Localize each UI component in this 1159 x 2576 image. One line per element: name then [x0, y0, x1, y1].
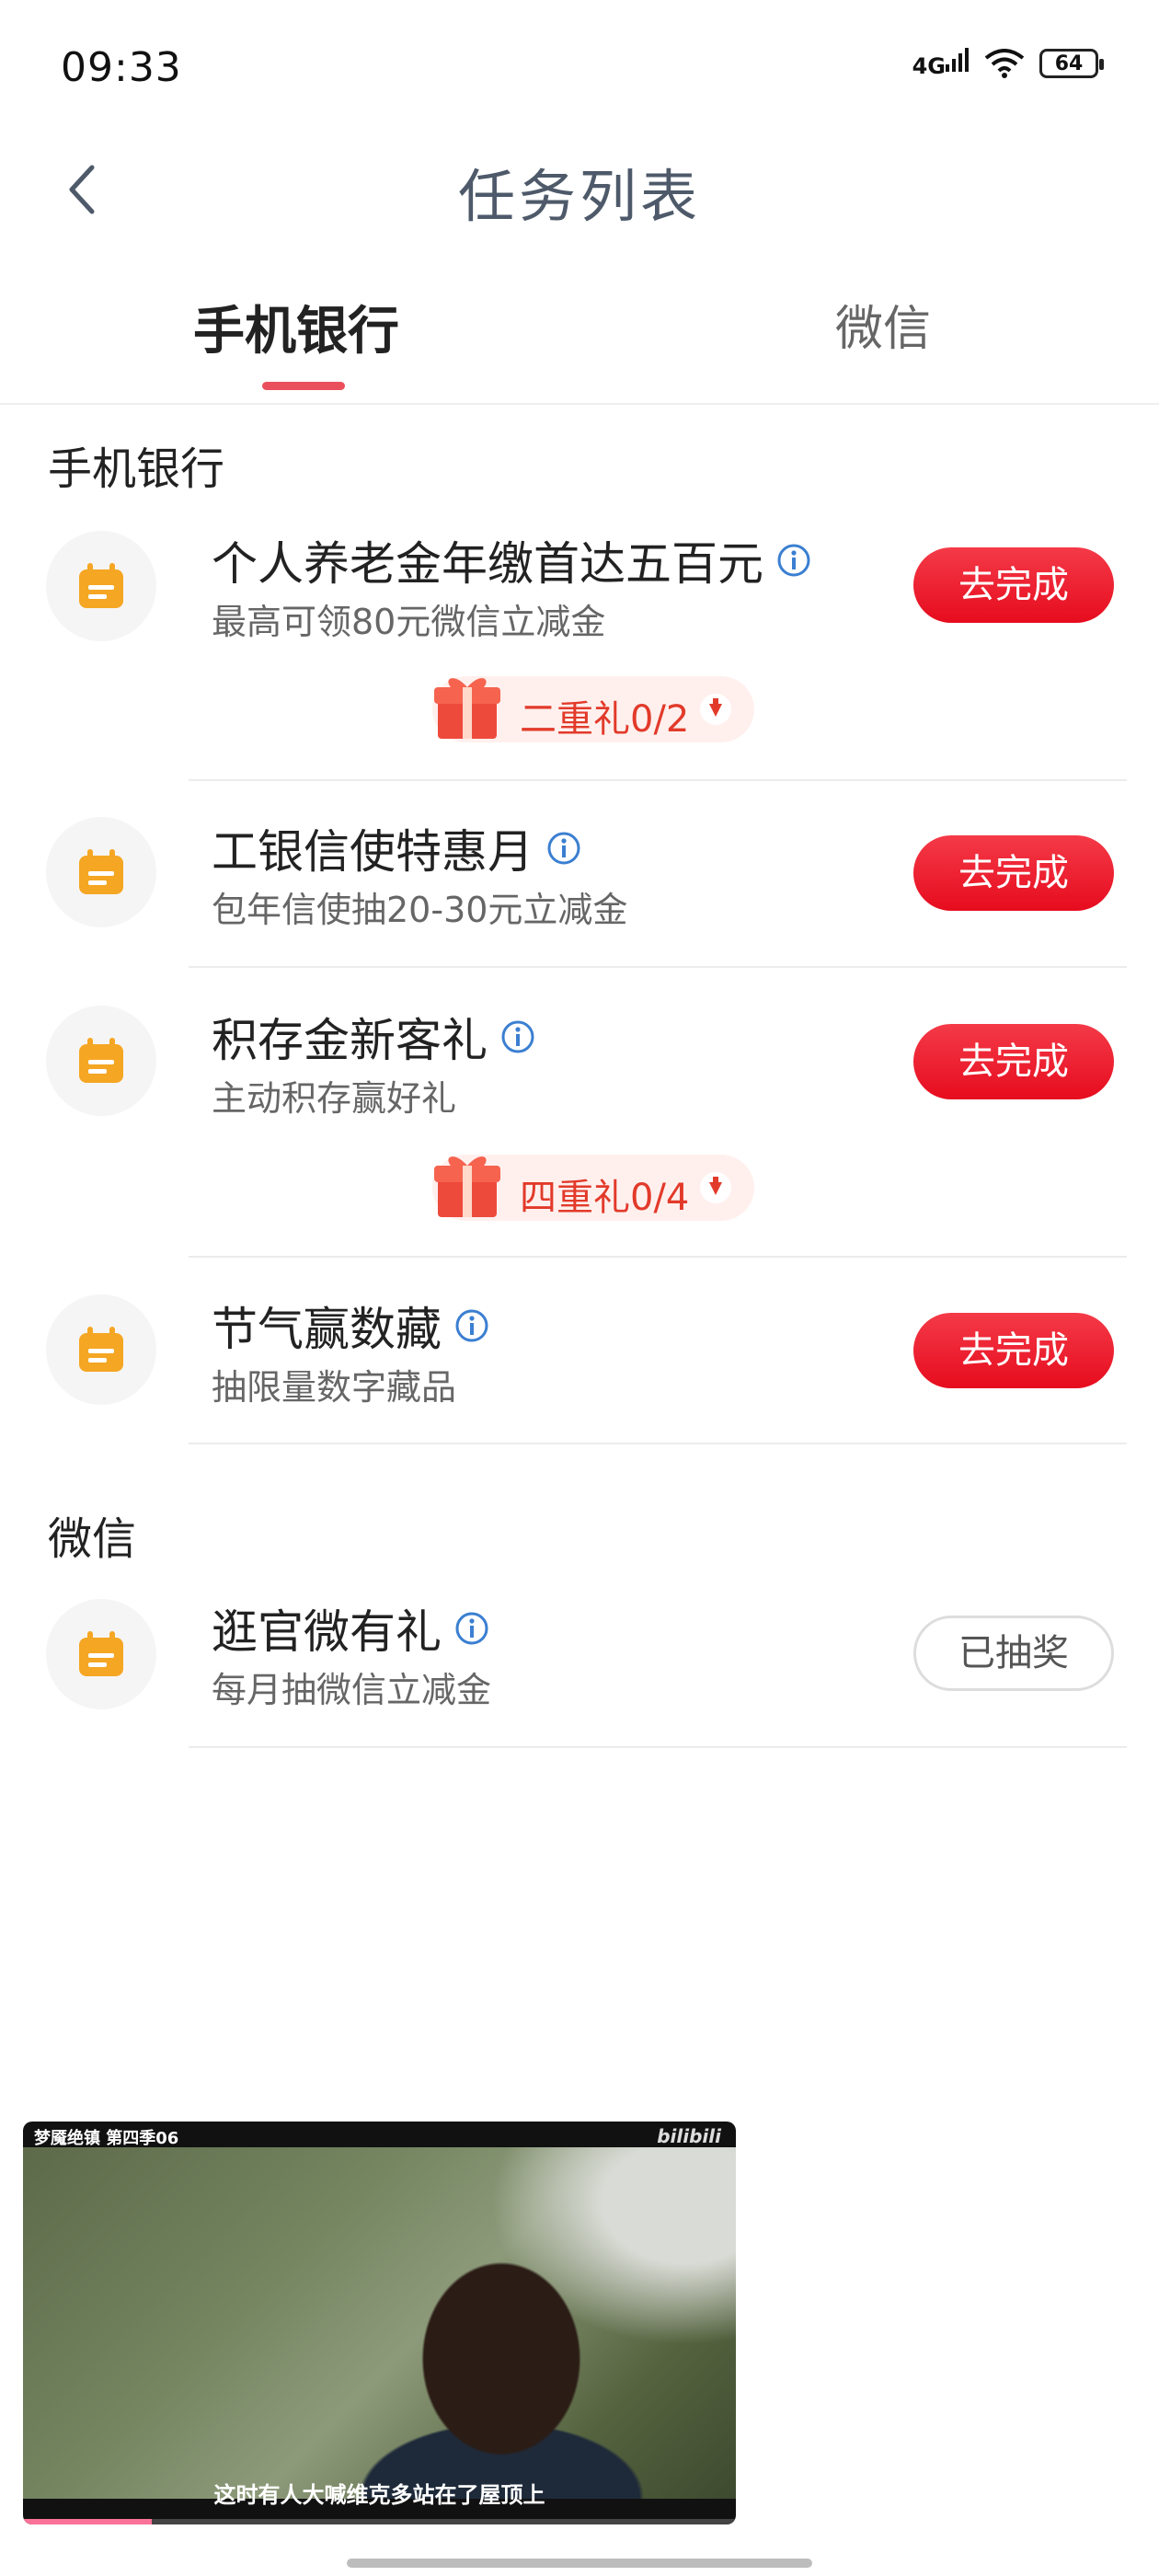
- task-subtitle: 抽限量数字藏品: [212, 1367, 457, 1408]
- chevron-down-icon: [700, 694, 731, 725]
- row-divider: [189, 1256, 1127, 1258]
- info-icon[interactable]: [454, 1611, 489, 1646]
- floating-video-player[interactable]: 梦魇绝镇 第四季06 bilibili 这时有人大喊维克多站在了屋顶上: [23, 2122, 736, 2524]
- calendar-icon: [46, 817, 156, 927]
- video-frame: [23, 2147, 736, 2499]
- status-time: 09:33: [61, 44, 182, 91]
- video-title: 梦魇绝镇 第四季06: [34, 2129, 179, 2148]
- tabs-divider: [0, 403, 1159, 405]
- task-title: 个人养老金年缴首达五百元: [212, 527, 811, 593]
- tab-wechat[interactable]: 微信: [835, 290, 931, 359]
- active-tab-indicator: [262, 382, 345, 390]
- task-subtitle: 主动积存赢好礼: [212, 1078, 457, 1119]
- gift-label: 二重礼0/2: [520, 698, 690, 741]
- home-indicator[interactable]: [347, 2559, 812, 2568]
- gift-badge[interactable]: 二重礼0/2: [432, 676, 754, 742]
- task-title: 积存金新客礼: [212, 1004, 535, 1070]
- task-title: 工银信使特惠月: [212, 815, 581, 881]
- gift-label: 四重礼0/4: [520, 1177, 690, 1219]
- status-icons: 4G 64: [912, 48, 1104, 79]
- signal-icon: 4G: [912, 48, 970, 79]
- section-title-wechat: 微信: [48, 1513, 137, 1565]
- chevron-down-icon: [700, 1172, 731, 1203]
- tab-mobile-banking[interactable]: 手机银行: [193, 290, 399, 364]
- task-title: 逛官微有礼: [212, 1595, 489, 1662]
- complete-button[interactable]: 去完成: [913, 1024, 1114, 1099]
- gift-icon: [434, 678, 500, 739]
- calendar-icon: [46, 1599, 156, 1709]
- task-subtitle: 每月抽微信立减金: [212, 1670, 492, 1710]
- video-progress-bar[interactable]: [23, 2519, 736, 2524]
- video-progress-fill: [23, 2519, 152, 2524]
- drawn-status-button[interactable]: 已抽奖: [913, 1616, 1114, 1691]
- wifi-icon: [984, 49, 1025, 78]
- complete-button[interactable]: 去完成: [913, 835, 1114, 911]
- info-icon[interactable]: [500, 1019, 535, 1054]
- task-subtitle: 最高可领80元微信立减金: [212, 602, 606, 642]
- page-title: 任务列表: [457, 163, 701, 230]
- gift-badge[interactable]: 四重礼0/4: [432, 1155, 754, 1221]
- info-icon[interactable]: [776, 543, 811, 578]
- video-subtitle: 这时有人大喊维克多站在了屋顶上: [213, 2482, 545, 2508]
- row-divider: [189, 1746, 1127, 1748]
- video-logo: bilibili: [657, 2125, 721, 2147]
- task-subtitle: 包年信使抽20-30元立减金: [212, 890, 628, 930]
- row-divider: [189, 966, 1127, 968]
- calendar-icon: [46, 531, 156, 641]
- calendar-icon: [46, 1294, 156, 1405]
- complete-button[interactable]: 去完成: [913, 547, 1114, 623]
- info-icon[interactable]: [546, 831, 581, 866]
- row-divider: [189, 1443, 1127, 1444]
- complete-button[interactable]: 去完成: [913, 1313, 1114, 1388]
- row-divider: [189, 779, 1127, 781]
- calendar-icon: [46, 1006, 156, 1116]
- task-title: 节气赢数藏: [212, 1293, 489, 1359]
- info-icon[interactable]: [454, 1308, 489, 1343]
- status-bar: 09:33 4G 64: [0, 0, 1159, 138]
- gift-icon: [434, 1156, 500, 1217]
- section-title-mobile-banking: 手机银行: [48, 443, 225, 495]
- battery-icon: 64: [1039, 49, 1104, 78]
